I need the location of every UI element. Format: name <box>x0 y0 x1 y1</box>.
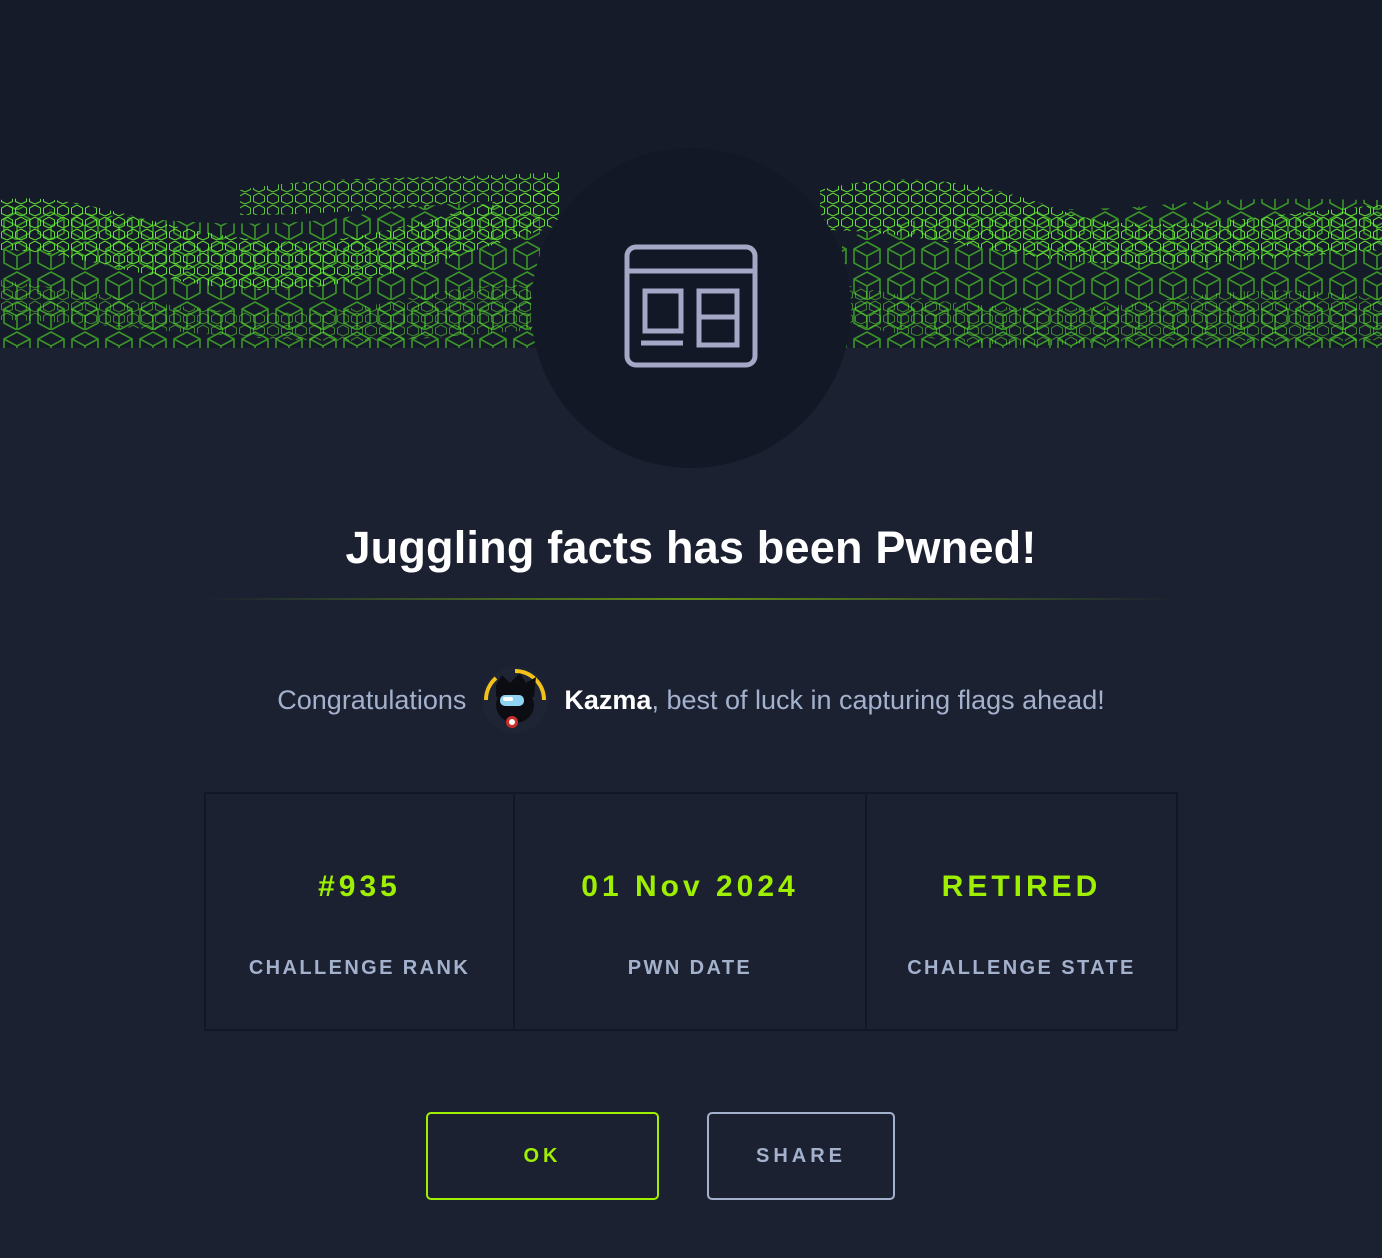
challenge-category-badge <box>531 148 851 468</box>
username: Kazma <box>564 684 652 715</box>
stat-challenge-state: RETIRED CHALLENGE STATE <box>865 794 1176 1029</box>
stats-panel: #935 CHALLENGE RANK 01 Nov 2024 PWN DATE… <box>204 792 1178 1031</box>
page-title: Juggling facts has been Pwned! <box>345 522 1037 573</box>
avatar <box>482 667 549 733</box>
congratulations-message: Congratulations Kazma, best of luck in c… <box>0 664 1382 736</box>
ok-button[interactable]: OK <box>426 1112 659 1200</box>
browser-window-icon <box>621 241 761 376</box>
stat-challenge-rank: #935 CHALLENGE RANK <box>206 794 513 1029</box>
challenge-rank-value: #935 <box>318 870 401 903</box>
congrats-suffix: , best of luck in capturing flags ahead! <box>651 684 1105 715</box>
congrats-prefix: Congratulations <box>277 684 467 715</box>
challenge-rank-label: CHALLENGE RANK <box>248 957 471 979</box>
stat-pwn-date: 01 Nov 2024 PWN DATE <box>513 794 865 1029</box>
challenge-state-label: CHALLENGE STATE <box>907 957 1136 979</box>
pwn-date-label: PWN DATE <box>627 957 753 979</box>
pwn-date-value: 01 Nov 2024 <box>581 870 799 903</box>
share-button[interactable]: SHARE <box>707 1112 895 1200</box>
title-divider <box>205 598 1177 600</box>
challenge-state-value: RETIRED <box>941 870 1102 903</box>
